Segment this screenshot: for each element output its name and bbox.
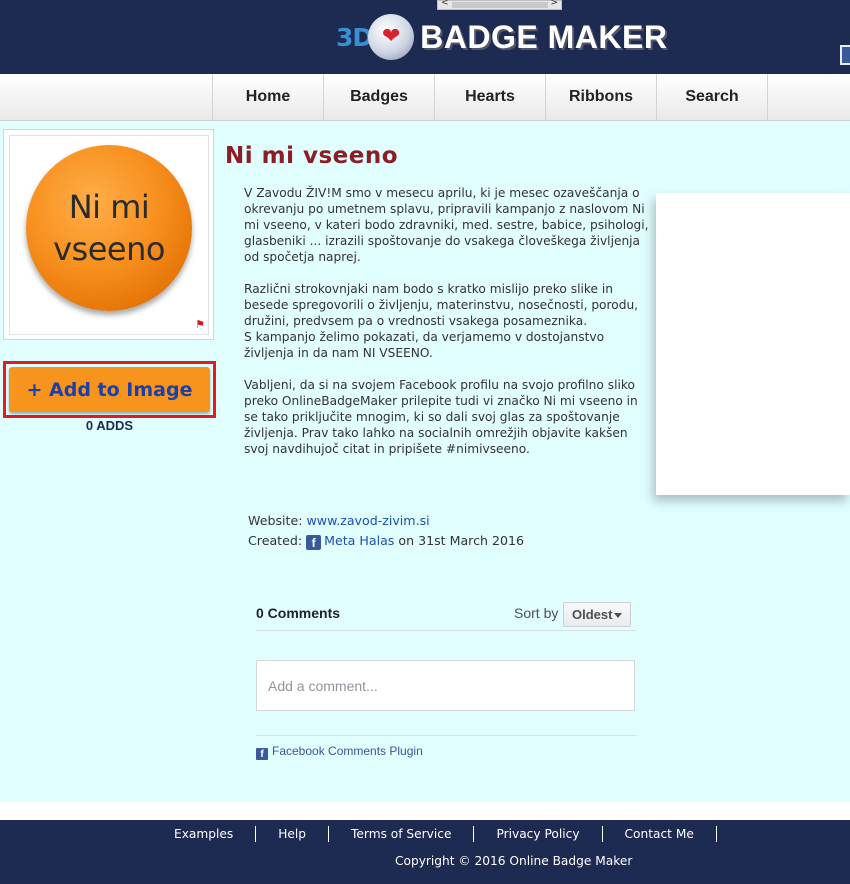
badge-text-line1: Ni mi	[68, 188, 150, 226]
footer-link-contact[interactable]: Contact Me	[603, 827, 716, 841]
add-to-image-highlight: + Add to Image	[3, 361, 216, 418]
footer-link-help[interactable]: Help	[256, 827, 328, 841]
sort-by-label: Sort by	[514, 605, 559, 621]
main-content: Ni mi vseeno ⚑ + Add to Image 0 ADDS Ni …	[0, 121, 850, 802]
nav-badges[interactable]: Badges	[324, 74, 435, 120]
created-date: on 31st March 2016	[398, 533, 525, 548]
footer-link-terms[interactable]: Terms of Service	[329, 827, 473, 841]
nav-search[interactable]: Search	[657, 74, 768, 120]
badge-preview-frame: Ni mi vseeno ⚑	[3, 129, 214, 340]
scroll-right-arrow[interactable]: >	[550, 0, 558, 8]
logo-3d-text: 3D	[336, 22, 373, 52]
footer-link-privacy[interactable]: Privacy Policy	[474, 827, 601, 841]
main-navigation: Home Badges Hearts Ribbons Search	[0, 74, 850, 121]
author-link[interactable]: Meta Halas	[324, 533, 394, 548]
badge-text-line2: vseeno	[53, 230, 165, 268]
site-header: < > 3D ❤ BADGE MAKER	[0, 0, 850, 74]
footer-link-examples[interactable]: Examples	[152, 827, 255, 841]
copyright: Copyright © 2016 Online Badge Maker	[395, 854, 633, 868]
description-paragraph: Vabljeni, da si na svojem Facebook profi…	[244, 378, 638, 456]
add-to-image-label: + Add to Image	[26, 378, 193, 401]
description-paragraph: Različni strokovnjaki nam bodo s kratko …	[244, 282, 639, 328]
footer-links: Examples Help Terms of Service Privacy P…	[152, 826, 717, 842]
side-panel	[656, 193, 850, 495]
site-footer: Examples Help Terms of Service Privacy P…	[0, 820, 850, 884]
add-to-image-button[interactable]: + Add to Image	[9, 367, 210, 412]
badge-meta: Website: www.zavod-zivim.si Created: f Me…	[248, 511, 524, 551]
comments-count: 0 Comments	[256, 605, 341, 621]
description-paragraph: S kampanjo želimo pokazati, da verjamemo…	[244, 330, 605, 360]
facebook-comments-plugin-link[interactable]: f Facebook Comments Plugin	[256, 744, 423, 760]
plugin-label: Facebook Comments Plugin	[272, 744, 423, 758]
badge-title: Ni mi vseeno	[225, 143, 399, 169]
website-label: Website:	[248, 513, 303, 528]
nav-ribbons[interactable]: Ribbons	[546, 74, 657, 120]
adds-count: 0 ADDS	[85, 418, 134, 433]
badge-image[interactable]: Ni mi vseeno	[26, 145, 192, 311]
scroll-left-arrow[interactable]: <	[441, 0, 449, 8]
footer-separator	[715, 826, 717, 842]
comment-input[interactable]: Add a comment...	[256, 660, 635, 711]
facebook-icon: f	[256, 748, 268, 760]
description-paragraph: V Zavodu ŽIV!M smo v mesecu aprilu, ki j…	[244, 186, 649, 264]
scrollbar-thumb[interactable]	[452, 2, 548, 8]
comments-section: 0 Comments Sort by Oldest Add a comment.…	[256, 597, 636, 760]
logo-ribbon-icon: ❤	[368, 14, 415, 60]
site-logo[interactable]: 3D ❤ BADGE MAKER	[336, 14, 667, 60]
website-link[interactable]: www.zavod-zivim.si	[306, 513, 429, 528]
sort-value: Oldest	[572, 607, 613, 622]
flag-icon[interactable]: ⚑	[195, 318, 205, 331]
facebook-side-tab[interactable]	[840, 45, 850, 65]
chevron-down-icon	[614, 613, 622, 618]
logo-text: BADGE MAKER	[420, 18, 668, 55]
nav-home[interactable]: Home	[213, 74, 324, 120]
created-label: Created:	[248, 533, 303, 548]
nav-hearts[interactable]: Hearts	[435, 74, 546, 120]
badge-description: V Zavodu ŽIV!M smo v mesecu aprilu, ki j…	[244, 185, 654, 473]
horizontal-scrollbar[interactable]: < >	[437, 0, 562, 10]
divider	[256, 735, 636, 736]
sort-select[interactable]: Oldest	[563, 602, 631, 627]
facebook-icon: f	[306, 535, 322, 550]
